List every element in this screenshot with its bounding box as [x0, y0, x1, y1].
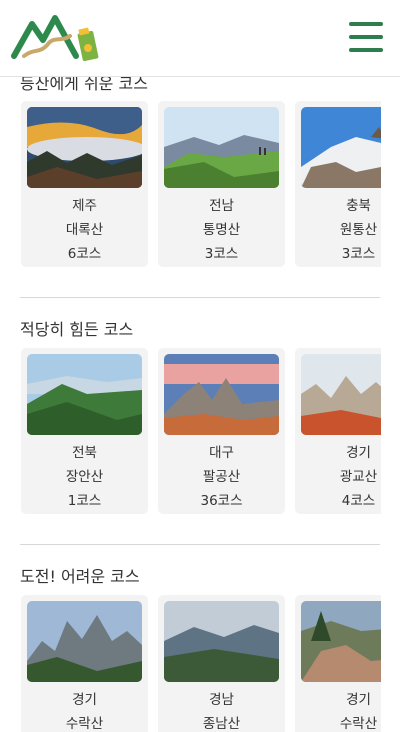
section-divider [20, 544, 380, 545]
card-mountain-name: 통명산 [202, 222, 241, 238]
mountain-photo [301, 601, 381, 682]
card-mountain-name: 종남산 [202, 716, 241, 732]
card-course-count: 1코스 [67, 493, 102, 509]
card-course-count: 3코스 [204, 246, 239, 262]
mountain-photo [301, 354, 381, 435]
section-title: 도전! 어려운 코스 [20, 567, 140, 586]
app-header [0, 0, 400, 77]
card-course-count: 3코스 [341, 246, 376, 262]
hamburger-line [349, 35, 383, 39]
card-region: 경기 [346, 692, 371, 708]
menu-button[interactable] [349, 22, 383, 52]
card-mountain-name: 수락산 [339, 716, 378, 732]
mountain-photo [301, 107, 381, 188]
card-region: 전남 [209, 198, 234, 214]
mountain-photo [27, 601, 142, 682]
card-mountain-name: 장안산 [65, 469, 104, 485]
section-divider [20, 297, 380, 298]
card-region: 충북 [346, 198, 371, 214]
course-card[interactable]: 경기 수락산 [21, 595, 148, 732]
card-mountain-name: 원통산 [339, 222, 378, 238]
card-region: 경기 [72, 692, 97, 708]
card-carousel[interactable]: 제주 대록산 6코스 전남 통명산 3코스 충북 원통산 3코스 [21, 101, 381, 267]
mountain-photo [27, 354, 142, 435]
section-title: 적당히 힘든 코스 [20, 320, 134, 339]
mountain-logo-icon[interactable] [10, 10, 102, 70]
card-carousel[interactable]: 경기 수락산 경남 종남산 경기 수락산 [21, 595, 381, 732]
card-region: 경기 [346, 445, 371, 461]
mountain-photo [164, 107, 279, 188]
course-card[interactable]: 경남 종남산 [158, 595, 285, 732]
card-region: 경남 [209, 692, 234, 708]
card-mountain-name: 수락산 [65, 716, 104, 732]
mountain-photo [164, 601, 279, 682]
course-card[interactable]: 경기 수락산 [295, 595, 381, 732]
course-card[interactable]: 충북 원통산 3코스 [295, 101, 381, 267]
card-mountain-name: 광교산 [339, 469, 378, 485]
card-mountain-name: 팔공산 [202, 469, 241, 485]
card-course-count: 6코스 [67, 246, 102, 262]
card-region: 전북 [72, 445, 97, 461]
course-card[interactable]: 전북 장안산 1코스 [21, 348, 148, 514]
hamburger-line [349, 22, 383, 26]
card-course-count: 4코스 [341, 493, 376, 509]
card-region: 대구 [209, 445, 234, 461]
mountain-photo [27, 107, 142, 188]
course-card[interactable]: 제주 대록산 6코스 [21, 101, 148, 267]
card-course-count: 36코스 [200, 493, 243, 509]
course-card[interactable]: 대구 팔공산 36코스 [158, 348, 285, 514]
hamburger-line [349, 48, 383, 52]
course-card[interactable]: 경기 광교산 4코스 [295, 348, 381, 514]
card-carousel[interactable]: 전북 장안산 1코스 대구 팔공산 36코스 경기 광교산 4코스 [21, 348, 381, 514]
mountain-photo [164, 354, 279, 435]
card-region: 제주 [72, 198, 97, 214]
card-mountain-name: 대록산 [65, 222, 104, 238]
course-card[interactable]: 전남 통명산 3코스 [158, 101, 285, 267]
